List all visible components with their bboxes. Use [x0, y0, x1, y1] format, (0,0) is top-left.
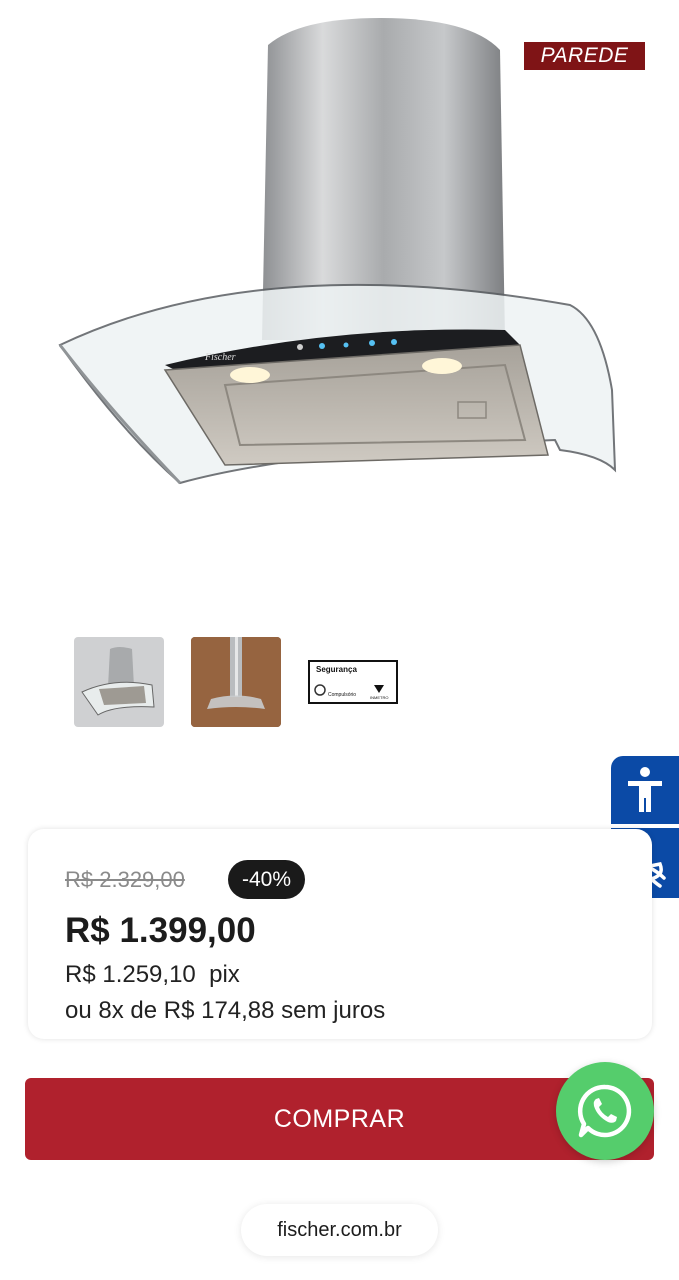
discount-badge: -40%: [228, 860, 306, 899]
range-hood-illustration: Fischer: [58, 18, 617, 485]
hood-brand-mark: Fischer: [204, 352, 236, 363]
whatsapp-button[interactable]: [556, 1062, 654, 1160]
price-card: R$ 2.329,00 -40% R$ 1.399,00 R$ 1.259,10…: [28, 829, 652, 1039]
pix-price: R$ 1.259,10 pix: [65, 961, 240, 988]
thumb-safety-seal[interactable]: Segurança Compulsório INMETRO: [308, 637, 398, 727]
thumbnail-gallery: Segurança Compulsório INMETRO: [74, 637, 398, 727]
old-price: R$ 2.329,00: [65, 867, 185, 892]
safety-seal-right-text: INMETRO: [370, 695, 389, 700]
current-price: R$ 1.399,00: [65, 911, 256, 950]
thumb-product-front[interactable]: [74, 637, 164, 727]
mount-type-badge: PAREDE: [524, 42, 645, 70]
accessibility-icon: [628, 767, 662, 812]
thumb-product-installed[interactable]: [191, 637, 281, 727]
installments-info: ou 8x de R$ 174,88 sem juros: [65, 997, 386, 1024]
whatsapp-icon: [577, 1084, 632, 1138]
safety-seal-left-text: Compulsório: [328, 692, 357, 698]
accessibility-button[interactable]: [611, 756, 679, 824]
browser-url-bar[interactable]: fischer.com.br: [241, 1204, 438, 1256]
product-main-image[interactable]: Fischer PAREDE: [0, 0, 679, 620]
safety-seal-title: Segurança: [316, 665, 357, 674]
